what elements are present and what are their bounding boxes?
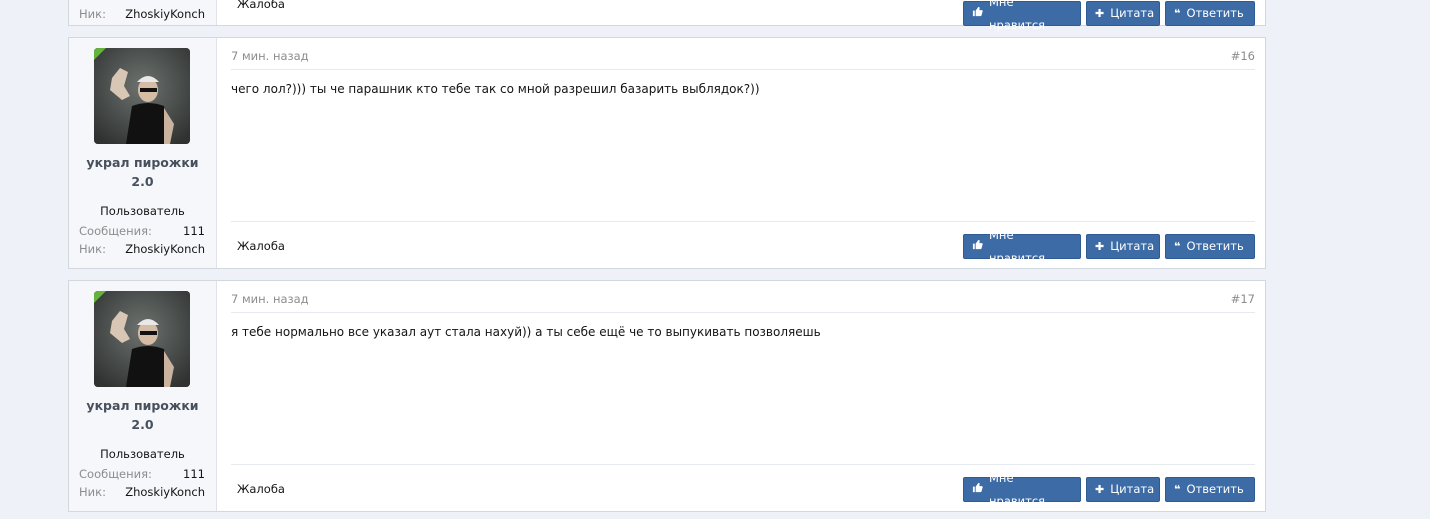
online-badge-icon [94, 291, 106, 303]
avatar[interactable] [94, 48, 190, 144]
reply-label: Ответить [1186, 239, 1244, 253]
like-button[interactable]: Мне нравится [963, 228, 1081, 265]
quote-icon: ❝ [1174, 483, 1181, 496]
user-info: украл пирожки 2.0 Пользователь Сообщения… [69, 38, 217, 268]
messages-count: 111 [183, 224, 205, 238]
username-line1: украл пирожки [86, 155, 199, 170]
reply-label: Ответить [1186, 6, 1244, 20]
quote-button[interactable]: ✚ Цитата [1086, 477, 1160, 502]
message-header: 7 мин. назад #17 [231, 292, 1255, 313]
message-column: Жалоба Мне нравится ✚ Цитата ❝ Ответить [231, 0, 1255, 32]
message-column: 7 мин. назад #17 я тебе нормально все ук… [231, 281, 1255, 511]
quote-label: Цитата [1110, 482, 1155, 496]
messages-label: Сообщения: [79, 224, 152, 238]
reply-label: Ответить [1186, 482, 1244, 496]
nick-row: Ник: ZhoskiyKonch [79, 7, 205, 21]
post-15: Ник: ZhoskiyKonch Жалоба Мне нравится ✚ … [68, 0, 1266, 32]
user-title: Пользователь [100, 447, 185, 461]
avatar-image [94, 291, 190, 387]
messages-count: 111 [183, 467, 205, 481]
post-17: украл пирожки 2.0 Пользователь Сообщения… [68, 280, 1266, 512]
like-button[interactable]: Мне нравится [963, 471, 1081, 508]
nick-label: Ник: [79, 485, 106, 499]
messages-row: Сообщения: 111 [79, 467, 205, 481]
report-link[interactable]: Жалоба [237, 482, 285, 496]
nick-row: Ник: ZhoskiyKonch [79, 242, 205, 256]
nick-row: Ник: ZhoskiyKonch [79, 485, 205, 499]
like-label: Мне нравится [989, 470, 1046, 508]
avatar-image [94, 48, 190, 144]
username-line2: 2.0 [131, 174, 154, 189]
post-number[interactable]: #17 [1231, 292, 1255, 306]
nick-label: Ник: [79, 7, 106, 21]
messages-label: Сообщения: [79, 467, 152, 481]
message-footer-divider [231, 221, 1255, 222]
report-link[interactable]: Жалоба [237, 239, 285, 253]
message-text: я тебе нормально все указал аут стала на… [231, 325, 821, 339]
user-info: Ник: ZhoskiyKonch [69, 0, 217, 25]
message-column: 7 мин. назад #16 чего лол?))) ты че пара… [231, 38, 1255, 268]
user-title: Пользователь [100, 204, 185, 218]
messages-row: Сообщения: 111 [79, 224, 205, 238]
thumbs-up-icon [972, 235, 983, 258]
quote-label: Цитата [1110, 6, 1155, 20]
thumbs-up-icon [972, 2, 983, 25]
quote-button[interactable]: ✚ Цитата [1086, 234, 1160, 259]
username[interactable]: украл пирожки 2.0 [69, 153, 216, 191]
username-line2: 2.0 [131, 417, 154, 432]
message-header: 7 мин. назад #16 [231, 49, 1255, 70]
post-date[interactable]: 7 мин. назад [231, 49, 309, 63]
quote-label: Цитата [1110, 239, 1155, 253]
nick-label: Ник: [79, 242, 106, 256]
plus-icon: ✚ [1095, 483, 1105, 496]
reply-button[interactable]: ❝ Ответить [1165, 1, 1255, 26]
plus-icon: ✚ [1095, 240, 1105, 253]
user-info: украл пирожки 2.0 Пользователь Сообщения… [69, 281, 217, 511]
avatar[interactable] [94, 291, 190, 387]
post-16: украл пирожки 2.0 Пользователь Сообщения… [68, 37, 1266, 269]
like-label: Мне нравится [989, 0, 1046, 32]
like-button[interactable]: Мне нравится [963, 0, 1081, 32]
plus-icon: ✚ [1095, 7, 1105, 20]
quote-icon: ❝ [1174, 7, 1181, 20]
thumbs-up-icon [972, 478, 983, 501]
post-date[interactable]: 7 мин. назад [231, 292, 309, 306]
report-link[interactable]: Жалоба [237, 0, 285, 11]
online-badge-icon [94, 48, 106, 60]
like-label: Мне нравится [989, 227, 1046, 265]
message-text: чего лол?))) ты че парашник кто тебе так… [231, 82, 760, 96]
username-line1: украл пирожки [86, 398, 199, 413]
message-footer-divider [231, 464, 1255, 465]
nick-value: ZhoskiyKonch [125, 242, 205, 256]
nick-value[interactable]: ZhoskiyKonch [125, 7, 205, 21]
username[interactable]: украл пирожки 2.0 [69, 396, 216, 434]
reply-button[interactable]: ❝ Ответить [1165, 477, 1255, 502]
quote-button[interactable]: ✚ Цитата [1086, 1, 1160, 26]
reply-button[interactable]: ❝ Ответить [1165, 234, 1255, 259]
post-number[interactable]: #16 [1231, 49, 1255, 63]
nick-value: ZhoskiyKonch [125, 485, 205, 499]
quote-icon: ❝ [1174, 240, 1181, 253]
